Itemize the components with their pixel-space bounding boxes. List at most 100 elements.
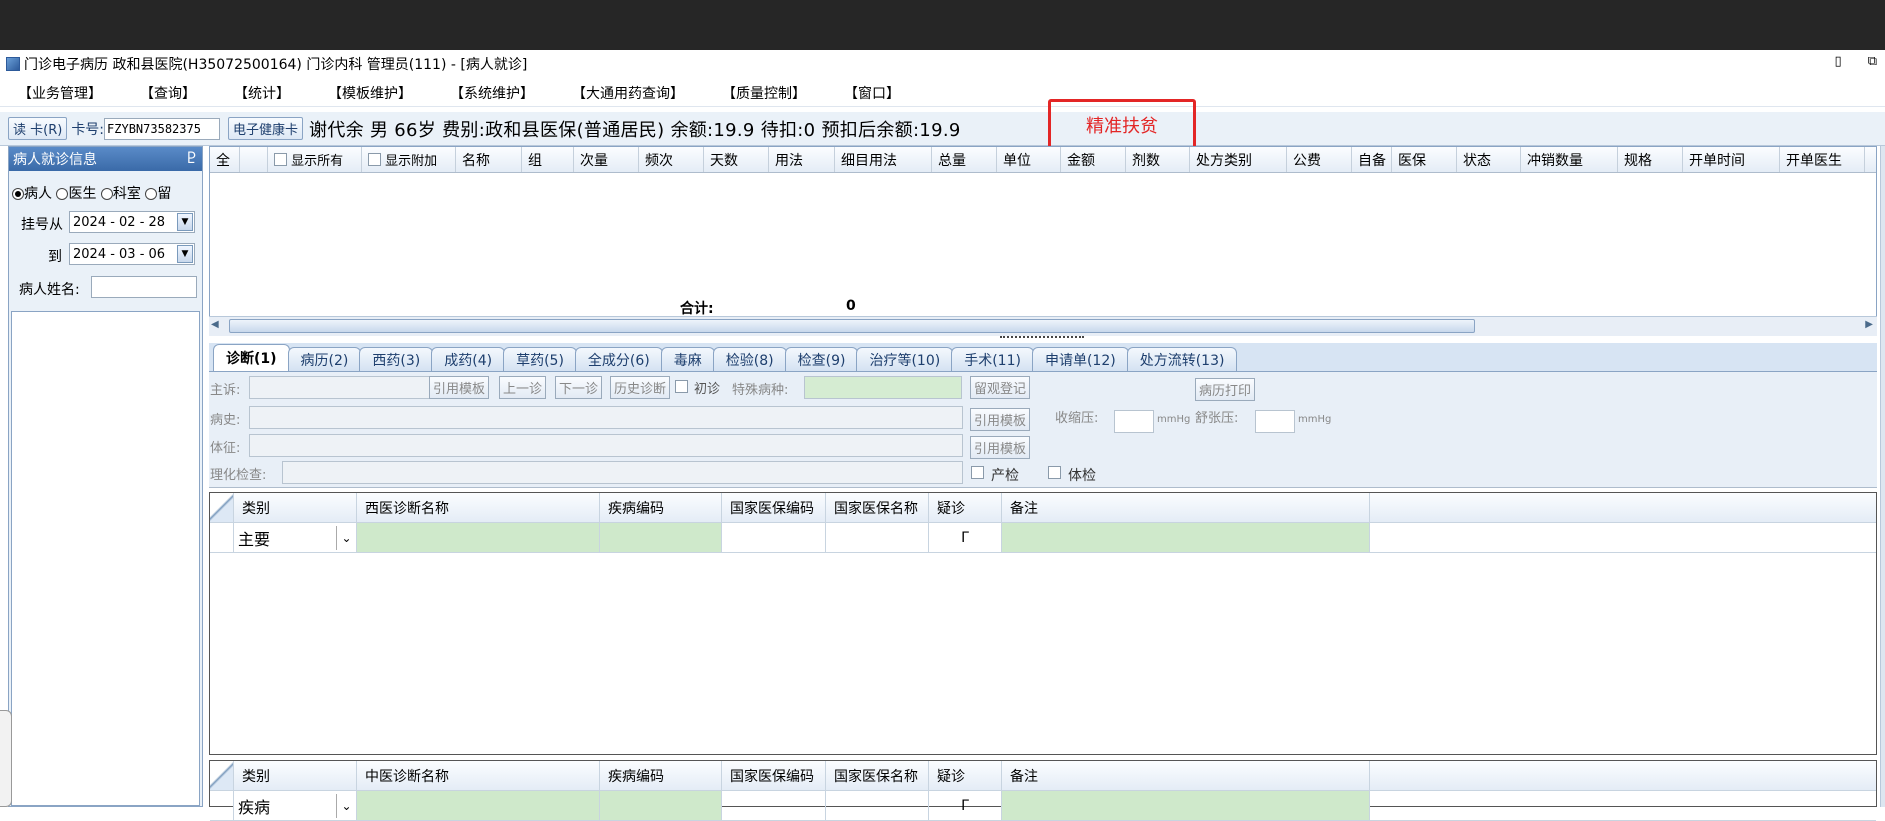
signs-field[interactable] <box>249 434 963 457</box>
diastolic-input[interactable] <box>1255 410 1295 433</box>
radio-stay[interactable] <box>145 188 158 200</box>
col-insurance-name[interactable]: 国家医保名称 <box>826 493 929 522</box>
card-no-input[interactable]: FZYBN73582375 <box>104 117 221 140</box>
scroll-thumb[interactable] <box>229 319 1475 333</box>
show-all-checkbox[interactable] <box>274 153 287 166</box>
col-offset-qty[interactable]: 冲销数量 <box>1521 147 1618 172</box>
show-extra-toggle[interactable]: 显示附加 <box>362 147 456 172</box>
pin-icon[interactable]: Ⴒ <box>187 151 196 167</box>
menu-business[interactable]: 【业务管理】 <box>18 83 102 103</box>
menu-drug-query[interactable]: 【大通用药查询】 <box>572 83 684 103</box>
col-group[interactable]: 组 <box>522 147 574 172</box>
table-row[interactable]: 主要 ⌄ Γ <box>210 523 1876 553</box>
cite-template-button-3[interactable]: 引用模板 <box>970 436 1031 459</box>
disease-code-cell[interactable] <box>600 791 722 820</box>
col-suspected[interactable]: 疑诊 <box>929 493 1002 522</box>
tab-lab[interactable]: 检验(8) <box>712 347 787 371</box>
category-dropdown[interactable]: 主要 ⌄ <box>234 523 357 552</box>
right-edge-scrollbar[interactable] <box>1880 146 1885 807</box>
select-all-cell[interactable]: 全 <box>210 147 240 172</box>
col-public[interactable]: 公费 <box>1287 147 1352 172</box>
observation-register-button[interactable]: 留观登记 <box>970 376 1031 399</box>
tab-full-ingredient[interactable]: 全成分(6) <box>574 347 663 371</box>
col-suspected[interactable]: 疑诊 <box>929 761 1002 790</box>
minimize-icon[interactable]: ▯ <box>1835 54 1842 69</box>
tab-patent-drug[interactable]: 成药(4) <box>431 347 506 371</box>
reg-to-date[interactable]: 2024 - 03 - 06 ▼ <box>69 243 195 265</box>
history-diagnosis-button[interactable]: 历史诊断 <box>610 376 671 399</box>
diagnosis-name-cell[interactable] <box>357 791 600 820</box>
col-remark[interactable]: 备注 <box>1002 761 1370 790</box>
menu-query[interactable]: 【查询】 <box>140 83 196 103</box>
next-visit-button[interactable]: 下一诊 <box>555 376 603 399</box>
col-remark[interactable]: 备注 <box>1002 493 1370 522</box>
col-freq[interactable]: 频次 <box>639 147 704 172</box>
menu-window[interactable]: 【窗口】 <box>844 83 900 103</box>
tab-request[interactable]: 申请单(12) <box>1031 347 1129 371</box>
menu-stats[interactable]: 【统计】 <box>234 83 290 103</box>
insurance-code-cell[interactable] <box>722 523 826 552</box>
chief-field[interactable] <box>249 376 435 399</box>
history-field[interactable] <box>249 406 963 429</box>
systolic-input[interactable] <box>1114 410 1154 433</box>
col-usage[interactable]: 用法 <box>769 147 835 172</box>
col-insurance-code[interactable]: 国家医保编码 <box>722 761 826 790</box>
splitter-handle[interactable] <box>1000 336 1084 342</box>
chevron-down-icon[interactable]: ⌄ <box>336 793 356 818</box>
restore-icon[interactable]: ⧉ <box>1868 54 1877 69</box>
read-card-button[interactable]: 读 卡(R) <box>8 117 68 140</box>
col-diagnosis-name[interactable]: 西医诊断名称 <box>357 493 600 522</box>
col-status[interactable]: 状态 <box>1457 147 1521 172</box>
special-disease-field[interactable] <box>804 376 962 399</box>
col-detail-usage[interactable]: 细目用法 <box>835 147 932 172</box>
patient-list[interactable] <box>11 311 200 806</box>
tab-exam[interactable]: 检查(9) <box>784 347 859 371</box>
insurance-code-cell[interactable] <box>722 791 826 820</box>
scroll-right-icon[interactable]: ▶ <box>1865 319 1873 330</box>
col-insurance[interactable]: 医保 <box>1392 147 1457 172</box>
col-total[interactable]: 总量 <box>932 147 997 172</box>
col-rx-type[interactable]: 处方类别 <box>1190 147 1287 172</box>
first-visit-checkbox[interactable] <box>675 380 688 393</box>
suspected-checkbox[interactable]: Γ <box>929 791 1002 820</box>
cite-template-button[interactable]: 引用模板 <box>429 376 490 399</box>
col-insurance-name[interactable]: 国家医保名称 <box>826 761 929 790</box>
tab-diagnosis[interactable]: 诊断(1) <box>213 344 290 371</box>
chevron-down-icon[interactable]: ▼ <box>177 245 193 263</box>
tab-herbal[interactable]: 草药(5) <box>503 347 577 371</box>
col-dose[interactable]: 次量 <box>574 147 639 172</box>
col-order-time[interactable]: 开单时间 <box>1683 147 1780 172</box>
col-unit[interactable]: 单位 <box>997 147 1061 172</box>
patient-name-input[interactable] <box>91 276 197 298</box>
col-name[interactable]: 名称 <box>456 147 522 172</box>
col-self[interactable]: 自备 <box>1352 147 1392 172</box>
cite-template-button-2[interactable]: 引用模板 <box>970 408 1031 431</box>
category-dropdown[interactable]: 疾病 ⌄ <box>234 791 357 820</box>
horizontal-scrollbar[interactable]: ◀ ▶ <box>209 316 1877 336</box>
radio-patient[interactable] <box>12 188 24 200</box>
remark-cell[interactable] <box>1002 523 1370 552</box>
insurance-name-cell[interactable] <box>826 523 929 552</box>
insurance-name-cell[interactable] <box>826 791 929 820</box>
menu-system[interactable]: 【系统维护】 <box>450 83 534 103</box>
chevron-down-icon[interactable]: ▼ <box>177 213 193 231</box>
side-handle[interactable] <box>0 710 12 807</box>
col-category[interactable]: 类别 <box>234 493 357 522</box>
col-disease-code[interactable]: 疾病编码 <box>600 761 722 790</box>
show-all-toggle[interactable]: 显示所有 <box>268 147 362 172</box>
tab-narcotic[interactable]: 毒麻 <box>660 347 715 371</box>
tab-surgery[interactable]: 手术(11) <box>951 347 1034 371</box>
reg-from-date[interactable]: 2024 - 02 - 28 ▼ <box>69 211 195 233</box>
table-row[interactable]: 疾病 ⌄ Γ <box>210 791 1876 821</box>
col-amount[interactable]: 金额 <box>1061 147 1126 172</box>
col-spec[interactable]: 规格 <box>1618 147 1683 172</box>
radio-dept[interactable] <box>100 188 113 200</box>
physical-checkbox[interactable] <box>1048 466 1061 479</box>
col-insurance-code[interactable]: 国家医保编码 <box>722 493 826 522</box>
col-category[interactable]: 类别 <box>234 761 357 790</box>
menu-template[interactable]: 【模板维护】 <box>328 83 412 103</box>
col-disease-code[interactable]: 疾病编码 <box>600 493 722 522</box>
suspected-checkbox[interactable]: Γ <box>929 523 1002 552</box>
record-print-button[interactable]: 病历打印 <box>1195 378 1256 401</box>
tab-western-drug[interactable]: 西药(3) <box>359 347 434 371</box>
